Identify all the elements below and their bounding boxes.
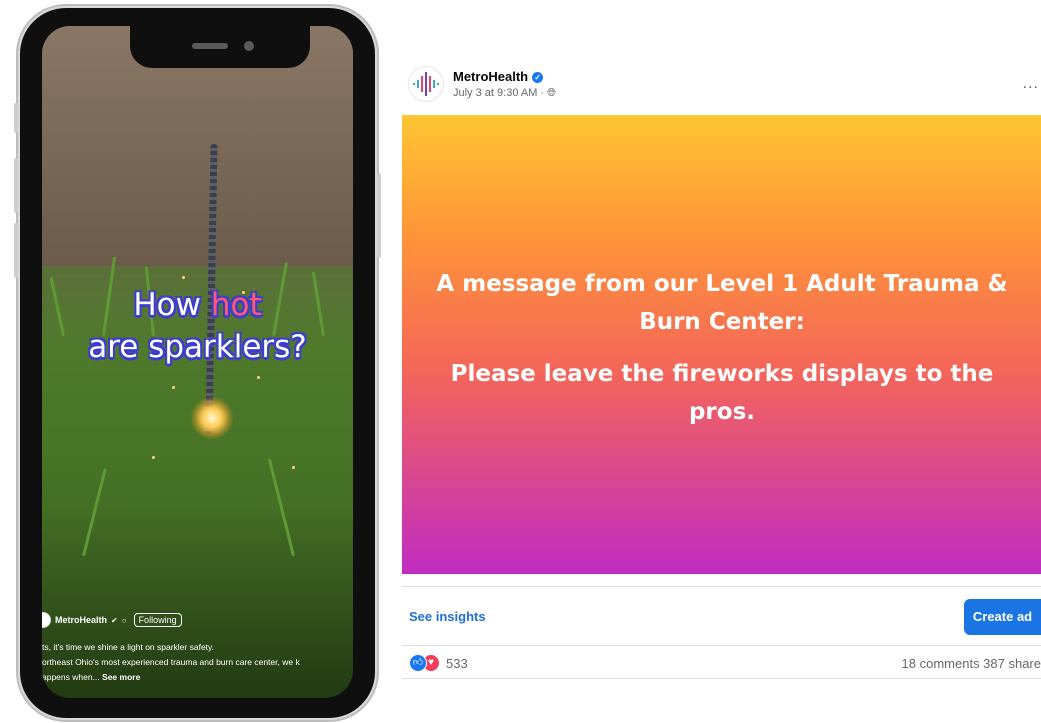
reel-user-row: MetroHealth ✔ ○ Following (42, 612, 182, 628)
reel-screen[interactable]: How hot are sparklers? MetroHealth ✔ ○ F… (42, 26, 353, 698)
reactions-bar: 👍︎ ♥ 533 18 comments 387 share (402, 646, 1041, 679)
post-timestamp[interactable]: July 3 at 9:30 AM · 🌐︎ (453, 87, 556, 100)
phone-notch (130, 26, 310, 68)
avatar[interactable] (42, 612, 51, 628)
reel-caption: ts, it's time we shine a light on sparkl… (42, 642, 300, 682)
create-ad-button[interactable]: Create ad (964, 599, 1041, 635)
reel-meta: MetroHealth ✔ ○ Following ts, it's time … (42, 600, 353, 698)
like-reaction-icon[interactable]: 👍︎ (409, 654, 427, 672)
more-options-icon[interactable]: ... (1023, 75, 1039, 93)
verified-icon: ✔ (111, 615, 118, 625)
phone-volume-up (14, 158, 18, 213)
post-header: MetroHealth ✓ July 3 at 9:30 AM · 🌐︎ ... (402, 62, 1041, 114)
metrohealth-logo-icon (413, 72, 439, 96)
post-message-line1: A message from our Level 1 Adult Trauma … (436, 271, 1008, 335)
page-logo[interactable] (408, 66, 444, 102)
page-name[interactable]: MetroHealth ✓ (453, 69, 544, 84)
phone-volume-down (14, 223, 18, 278)
comments-shares-count[interactable]: 18 comments 387 share (902, 656, 1041, 671)
verified-badge-icon: ✓ (532, 72, 544, 83)
globe-icon: 🌐︎ (547, 87, 556, 99)
reel-headline: How hot are sparklers? (88, 287, 307, 365)
see-insights-link[interactable]: See insights (409, 609, 486, 624)
insights-bar: See insights Create ad (402, 586, 1041, 646)
sparkler-flame (190, 396, 234, 440)
post-message-line2: Please leave the fireworks displays to t… (450, 361, 994, 425)
globe-icon: ○ (121, 615, 127, 625)
reel-username[interactable]: MetroHealth (55, 615, 107, 625)
reaction-count[interactable]: 533 (446, 656, 468, 671)
phone-power-button (377, 173, 381, 258)
facebook-post: MetroHealth ✓ July 3 at 9:30 AM · 🌐︎ ... … (402, 62, 1041, 679)
post-text-image[interactable]: A message from our Level 1 Adult Trauma … (402, 115, 1041, 574)
phone-mockup: How hot are sparklers? MetroHealth ✔ ○ F… (14, 8, 381, 718)
see-more-link[interactable]: See more (102, 672, 140, 682)
following-button[interactable]: Following (133, 613, 182, 627)
phone-mute-switch (14, 103, 18, 133)
